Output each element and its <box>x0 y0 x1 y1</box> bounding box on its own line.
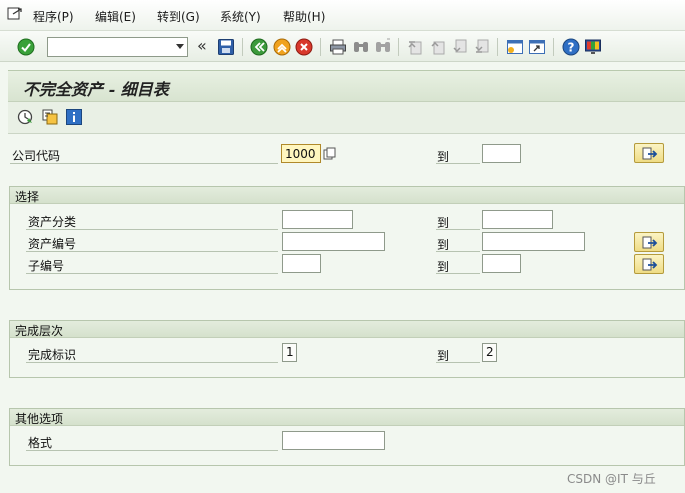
print-icon[interactable] <box>329 38 347 56</box>
label-underline <box>436 273 480 274</box>
completion-group-header: 完成层次 <box>10 321 684 338</box>
subnumber-from-input[interactable] <box>283 255 320 272</box>
label-underline <box>26 229 278 230</box>
next-page-icon[interactable] <box>451 38 469 56</box>
subnumber-to-input[interactable] <box>483 255 520 272</box>
selection-group-header: 选择 <box>10 187 684 204</box>
asset-number-multiple-selection-button[interactable] <box>634 232 664 252</box>
layout-format-field[interactable] <box>282 431 385 450</box>
asset-class-from-input[interactable] <box>283 211 352 228</box>
toolbar-separator <box>497 38 498 56</box>
completion-indicator-to-field[interactable]: 2 <box>482 343 497 362</box>
asset-class-from-field[interactable] <box>282 210 353 229</box>
multiple-selection-arrow-icon <box>642 147 658 160</box>
save-icon[interactable] <box>217 38 235 56</box>
company-code-to-input[interactable] <box>483 145 520 162</box>
label-underline <box>10 163 278 164</box>
menu-goto[interactable]: 转到(G) <box>157 8 200 25</box>
double-chevron-left-icon[interactable]: « <box>197 36 207 55</box>
find-icon[interactable] <box>352 38 370 56</box>
label-underline <box>436 163 480 164</box>
company-code-from-value: 1000 <box>285 147 316 161</box>
asset-class-to-field[interactable] <box>482 210 553 229</box>
other-options-group-header: 其他选项 <box>10 409 684 426</box>
layout-format-input[interactable] <box>283 432 384 449</box>
svg-text:?: ? <box>568 41 575 55</box>
selection-group-title: 选择 <box>15 190 40 204</box>
command-input[interactable] <box>50 39 168 55</box>
menu-edit[interactable]: 编辑(E) <box>95 8 136 25</box>
page-title: 不完全资产 - 细目表 <box>23 80 169 99</box>
toolbar-separator <box>242 38 243 56</box>
company-code-from-field[interactable]: 1000 <box>281 144 321 163</box>
back-icon[interactable] <box>250 38 268 56</box>
completion-indicator-from-field[interactable]: 1 <box>282 343 297 362</box>
execute-icon[interactable] <box>17 109 33 125</box>
multiple-selection-arrow-icon <box>642 258 658 271</box>
enter-check-icon[interactable] <box>17 38 35 56</box>
completion-group-title: 完成层次 <box>15 324 64 338</box>
exit-icon[interactable] <box>273 38 291 56</box>
label-underline <box>26 273 278 274</box>
layout-format-label: 格式 <box>28 436 53 450</box>
standard-toolbar: « ? <box>0 31 685 62</box>
asset-class-label: 资产分类 <box>28 215 77 229</box>
customize-layout-icon[interactable] <box>584 38 602 56</box>
find-next-icon[interactable] <box>374 38 392 56</box>
command-field[interactable] <box>47 37 188 57</box>
screen-title-bar: 不完全资产 - 细目表 <box>8 70 685 102</box>
get-variant-icon[interactable] <box>42 109 58 125</box>
previous-page-icon[interactable] <box>429 38 447 56</box>
label-underline <box>26 251 278 252</box>
label-underline <box>26 450 278 451</box>
copy-icon[interactable] <box>323 147 337 161</box>
subnumber-from-field[interactable] <box>282 254 321 273</box>
last-page-icon[interactable] <box>473 38 491 56</box>
menu-program[interactable]: 程序(P) <box>33 8 74 25</box>
company-code-to-field[interactable] <box>482 144 521 163</box>
asset-number-from-field[interactable] <box>282 232 385 251</box>
subnumber-multiple-selection-button[interactable] <box>634 254 664 274</box>
subnumber-to-field[interactable] <box>482 254 521 273</box>
completion-level-groupbox: 完成层次 <box>9 320 685 378</box>
subnumber-label: 子编号 <box>28 259 65 273</box>
other-options-group-title: 其他选项 <box>15 412 64 426</box>
menu-system[interactable]: 系统(Y) <box>220 8 261 25</box>
help-icon[interactable]: ? <box>562 38 580 56</box>
toolbar-separator <box>398 38 399 56</box>
label-underline <box>436 251 480 252</box>
toolbar-separator <box>553 38 554 56</box>
asset-number-from-input[interactable] <box>283 233 384 250</box>
completion-indicator-label: 完成标识 <box>28 348 77 362</box>
label-underline <box>26 362 278 363</box>
create-session-icon[interactable] <box>506 38 524 56</box>
asset-number-to-field[interactable] <box>482 232 585 251</box>
application-toolbar <box>8 102 685 134</box>
label-underline <box>436 229 480 230</box>
menu-bar: 程序(P) 编辑(E) 转到(G) 系统(Y) 帮助(H) <box>0 0 685 31</box>
chevron-down-icon[interactable] <box>176 44 184 49</box>
first-page-icon[interactable] <box>406 38 424 56</box>
company-code-multiple-selection-button[interactable] <box>634 143 664 163</box>
watermark-text: CSDN @IT 与丘 <box>567 472 656 486</box>
system-menu-icon[interactable] <box>7 7 23 21</box>
asset-number-to-input[interactable] <box>483 233 584 250</box>
multiple-selection-arrow-icon <box>642 236 658 249</box>
information-icon[interactable] <box>66 109 82 125</box>
company-code-label: 公司代码 <box>12 149 61 163</box>
asset-number-label: 资产编号 <box>28 237 77 251</box>
label-underline <box>436 362 480 363</box>
cancel-icon[interactable] <box>295 38 313 56</box>
shortcut-icon[interactable] <box>528 38 546 56</box>
toolbar-separator <box>320 38 321 56</box>
asset-class-to-input[interactable] <box>483 211 552 228</box>
menu-help[interactable]: 帮助(H) <box>283 8 325 25</box>
